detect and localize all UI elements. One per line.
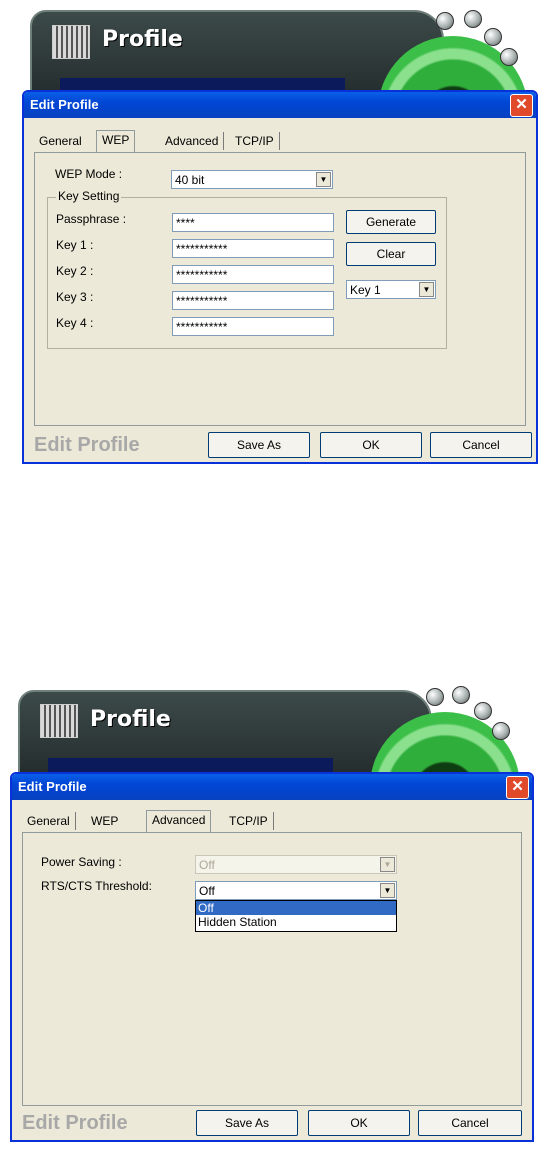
minimize-bubble-icon[interactable] — [426, 688, 444, 706]
screenshot-advanced: Profile Edit Profile ✕ General WEP Advan… — [0, 680, 552, 1150]
dialog-title: Edit Profile — [30, 97, 99, 112]
passphrase-label: Passphrase : — [56, 212, 127, 226]
tab-wep[interactable]: WEP — [96, 130, 136, 152]
rts-cts-select[interactable]: Off ▼ — [195, 881, 397, 900]
chevron-down-icon: ▼ — [419, 282, 434, 297]
edit-profile-dialog: Edit Profile ✕ General WEP Advanced TCP/… — [22, 90, 538, 464]
ok-button[interactable]: OK — [308, 1110, 410, 1136]
tab-strip: General WEP Advanced TCP/IP — [34, 130, 334, 152]
close-bubble-icon[interactable] — [452, 686, 470, 704]
dialog-titlebar: Edit Profile ✕ — [24, 92, 536, 118]
dropdown-option-off[interactable]: Off — [196, 901, 396, 915]
option-bubble-icon[interactable] — [500, 48, 518, 66]
tab-advanced[interactable]: Advanced — [146, 810, 212, 832]
generate-button[interactable]: Generate — [346, 210, 436, 234]
key-setting-label: Key Setting — [56, 189, 122, 203]
power-saving-select: Off ▼ — [195, 855, 397, 874]
tab-strip: General WEP Advanced TCP/IP — [22, 810, 322, 832]
rts-cts-dropdown-list: Off Hidden Station — [195, 900, 397, 932]
passphrase-field[interactable]: **** — [172, 213, 334, 232]
footer-title: Edit Profile — [22, 1112, 128, 1134]
key-setting-group: Key Setting Passphrase : **** Key 1 : **… — [47, 189, 447, 349]
chevron-down-icon: ▼ — [316, 172, 331, 187]
tab-tcpip[interactable]: TCP/IP — [224, 812, 274, 830]
dropdown-option-hidden-station[interactable]: Hidden Station — [196, 915, 396, 929]
tab-panel: Power Saving : Off ▼ RTS/CTS Threshold: … — [22, 832, 522, 1106]
key2-field[interactable]: *********** — [172, 265, 334, 284]
wep-mode-value: 40 bit — [175, 173, 205, 187]
save-as-button[interactable]: Save As — [196, 1110, 298, 1136]
app-logo-icon — [52, 25, 90, 59]
cancel-button[interactable]: Cancel — [418, 1110, 522, 1136]
tab-wep[interactable]: WEP — [86, 812, 123, 830]
ok-button[interactable]: OK — [320, 432, 422, 458]
wep-mode-label: WEP Mode : — [55, 167, 123, 181]
key1-label: Key 1 : — [56, 238, 94, 252]
key1-field[interactable]: *********** — [172, 239, 334, 258]
clear-button[interactable]: Clear — [346, 242, 436, 266]
app-logo-icon — [40, 704, 78, 738]
screenshot-wep: Profile Edit Profile ✕ General WEP Advan… — [0, 0, 552, 470]
footer-title: Edit Profile — [34, 434, 140, 456]
default-key-select[interactable]: Key 1 ▼ — [346, 280, 436, 299]
power-saving-value: Off — [199, 858, 215, 872]
minimize-bubble-icon[interactable] — [436, 12, 454, 30]
tab-advanced[interactable]: Advanced — [160, 132, 225, 150]
rts-cts-value: Off — [199, 884, 215, 898]
app-title: Profile — [102, 27, 183, 52]
option-bubble-icon[interactable] — [492, 722, 510, 740]
rts-cts-label: RTS/CTS Threshold: — [41, 879, 152, 893]
option-bubble-icon[interactable] — [474, 702, 492, 720]
option-bubble-icon[interactable] — [484, 28, 502, 46]
close-icon[interactable]: ✕ — [506, 776, 529, 799]
tab-general[interactable]: General — [34, 132, 87, 150]
key4-label: Key 4 : — [56, 316, 94, 330]
dialog-titlebar: Edit Profile ✕ — [12, 774, 532, 800]
key3-field[interactable]: *********** — [172, 291, 334, 310]
tab-panel: WEP Mode : 40 bit ▼ Key Setting Passphra… — [34, 152, 526, 426]
key4-field[interactable]: *********** — [172, 317, 334, 336]
close-bubble-icon[interactable] — [464, 10, 482, 28]
app-title: Profile — [90, 707, 171, 732]
tab-general[interactable]: General — [22, 812, 76, 830]
wep-mode-select[interactable]: 40 bit ▼ — [171, 170, 333, 189]
default-key-value: Key 1 — [350, 283, 381, 297]
edit-profile-dialog: Edit Profile ✕ General WEP Advanced TCP/… — [10, 772, 534, 1142]
close-icon[interactable]: ✕ — [510, 94, 533, 117]
key3-label: Key 3 : — [56, 290, 94, 304]
cancel-button[interactable]: Cancel — [430, 432, 532, 458]
save-as-button[interactable]: Save As — [208, 432, 310, 458]
tab-tcpip[interactable]: TCP/IP — [230, 132, 280, 150]
dialog-title: Edit Profile — [18, 779, 87, 794]
power-saving-label: Power Saving : — [41, 855, 122, 869]
chevron-down-icon: ▼ — [380, 857, 395, 872]
chevron-down-icon: ▼ — [380, 883, 395, 898]
key2-label: Key 2 : — [56, 264, 94, 278]
